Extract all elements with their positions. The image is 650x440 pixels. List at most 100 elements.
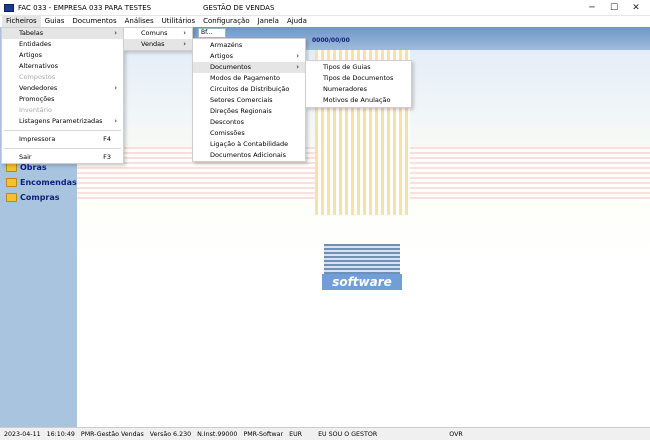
menu-item-promocoes[interactable]: Promoções <box>2 94 123 105</box>
chevron-right-icon: › <box>114 29 117 37</box>
menu-configuracao[interactable]: Configuração <box>199 16 253 27</box>
menu-item-label: Compostos <box>19 73 56 81</box>
menu-item-artigos[interactable]: Artigos <box>2 50 123 61</box>
menu-item-armazens[interactable]: Armazéns <box>193 40 305 51</box>
menu-item-label: Modos de Pagamento <box>210 74 281 82</box>
menu-item-comissoes[interactable]: Comissões <box>193 128 305 139</box>
shortcut-label: F3 <box>103 153 111 161</box>
logo-graphic <box>324 244 400 274</box>
menu-item-vendas[interactable]: Vendas › <box>124 39 192 50</box>
folder-icon <box>6 193 17 202</box>
close-button[interactable]: ✕ <box>622 0 650 16</box>
tabelas-submenu: Comuns › Vendas › <box>123 27 193 51</box>
menu-item-entidades[interactable]: Entidades <box>2 39 123 50</box>
menu-item-label: Artigos <box>210 52 233 60</box>
menu-item-circuitos[interactable]: Circuitos de Distribuição <box>193 84 305 95</box>
menu-item-label: Armazéns <box>210 41 243 49</box>
vendas-submenu: Armazéns Artigos › Documentos › Modos de P… <box>192 38 306 162</box>
menu-ajuda[interactable]: Ajuda <box>283 16 311 27</box>
menu-item-compostos: Compostos <box>2 72 123 83</box>
menu-separator <box>4 130 121 131</box>
menu-item-tabelas[interactable]: Tabelas › <box>2 28 123 39</box>
menu-item-comuns[interactable]: Comuns › <box>124 28 192 39</box>
menu-documentos[interactable]: Documentos <box>68 16 120 27</box>
menu-item-numeradores[interactable]: Numeradores <box>306 84 411 95</box>
left-item-obras[interactable]: Obras <box>6 163 47 172</box>
menu-item-label: Ligação à Contabilidade <box>210 140 289 148</box>
status-time: 16:10:49 <box>46 430 75 438</box>
menu-item-label: Promoções <box>19 95 55 103</box>
menu-item-tipos-guias[interactable]: Tipos de Guias <box>306 62 411 73</box>
menu-item-tipos-documentos[interactable]: Tipos de Documentos <box>306 73 411 84</box>
status-version: Versão 6.230 <box>149 430 192 438</box>
toolbar-box[interactable]: Bf... <box>198 28 226 38</box>
menu-item-label: Tabelas <box>19 29 44 37</box>
menu-item-documentos-adicionais[interactable]: Documentos Adicionais <box>193 150 305 161</box>
menu-item-descontos[interactable]: Descontos <box>193 117 305 128</box>
menu-item-label: Comissões <box>210 129 245 137</box>
menu-item-label: Circuitos de Distribuição <box>210 85 290 93</box>
menu-item-motivos-anulacao[interactable]: Motivos de Anulação <box>306 95 411 106</box>
menu-item-label: Tipos de Guias <box>323 63 371 71</box>
menu-item-sair[interactable]: Sair F3 <box>2 152 123 163</box>
menu-utilitarios[interactable]: Utilitários <box>158 16 200 27</box>
menu-item-label: Entidades <box>19 40 52 48</box>
menu-item-setores[interactable]: Setores Comerciais <box>193 95 305 106</box>
menu-item-label: Artigos <box>19 51 42 59</box>
pmr-logo: software <box>322 244 402 290</box>
menu-analises[interactable]: Análises <box>121 16 158 27</box>
window-center-title: GESTÃO DE VENDAS <box>203 4 275 12</box>
menu-item-alternativos[interactable]: Alternativos <box>2 61 123 72</box>
left-item-encomendas[interactable]: Encomendas <box>6 178 77 187</box>
menu-guias[interactable]: Guias <box>41 16 69 27</box>
menu-item-label: Inventário <box>19 106 52 114</box>
menu-item-vendedores[interactable]: Vendedores › <box>2 83 123 94</box>
menu-item-label: Tipos de Documentos <box>323 74 394 82</box>
status-bar: 2023-04-11 16:10:49 PMR-Gestão Vendas Ve… <box>0 427 650 440</box>
documentos-submenu: Tipos de Guias Tipos de Documentos Numer… <box>305 60 412 108</box>
status-currency: EUR <box>289 430 303 438</box>
menu-bar: Ficheiros Guias Documentos Análises Util… <box>0 16 650 27</box>
menu-item-label: Documentos Adicionais <box>210 151 287 159</box>
left-item-label: Obras <box>20 163 47 172</box>
menu-item-direcoes[interactable]: Direções Regionais <box>193 106 305 117</box>
app-icon[interactable] <box>4 3 14 12</box>
status-vendor: PMR-Softwar <box>243 430 284 438</box>
chevron-right-icon: › <box>296 63 299 71</box>
menu-item-impressora[interactable]: Impressora F4 <box>2 134 123 145</box>
left-item-compras[interactable]: Compras <box>6 193 60 202</box>
menu-item-label: Motivos de Anulação <box>323 96 391 104</box>
menu-janela[interactable]: Janela <box>254 16 283 27</box>
menu-item-label: Setores Comerciais <box>210 96 273 104</box>
chevron-right-icon: › <box>183 29 186 37</box>
ficheiros-menu: Tabelas › Entidades Artigos Alternativos … <box>1 27 124 164</box>
menu-item-inventario: Inventário <box>2 105 123 116</box>
status-date: 2023-04-11 <box>4 430 41 438</box>
menu-ficheiros[interactable]: Ficheiros <box>2 16 41 27</box>
menu-separator <box>4 148 121 149</box>
menu-item-artigos-vendas[interactable]: Artigos › <box>193 51 305 62</box>
menu-item-label: Numeradores <box>323 85 367 93</box>
menu-item-label: Vendas <box>141 40 165 48</box>
chevron-right-icon: › <box>183 40 186 48</box>
status-inst: N.Inst.99000 <box>197 430 238 438</box>
title-bar: FAC 033 - EMPRESA 033 PARA TESTES GESTÃO… <box>0 0 650 16</box>
shortcut-label: F4 <box>103 135 111 143</box>
folder-icon <box>6 178 17 187</box>
menu-item-label: Comuns <box>141 29 168 37</box>
menu-item-label: Descontos <box>210 118 244 126</box>
menu-item-listagens[interactable]: Listagens Parametrizadas › <box>2 116 123 127</box>
menu-item-label: Vendedores <box>19 84 58 92</box>
status-user: EU SOU O GESTOR <box>318 430 378 438</box>
menu-item-label: Impressora <box>19 135 56 143</box>
date-display: 0000/00/00 <box>312 37 350 44</box>
menu-item-label: Alternativos <box>19 62 59 70</box>
menu-item-ligacao-contabilidade[interactable]: Ligação à Contabilidade <box>193 139 305 150</box>
menu-item-label: Listagens Parametrizadas <box>19 117 103 125</box>
status-mode: OVR <box>449 430 463 438</box>
menu-item-label: Direções Regionais <box>210 107 272 115</box>
menu-item-label: Sair <box>19 153 32 161</box>
menu-item-modos-pagamento[interactable]: Modos de Pagamento <box>193 73 305 84</box>
menu-item-documentos[interactable]: Documentos › <box>193 62 305 73</box>
folder-icon <box>6 163 17 172</box>
